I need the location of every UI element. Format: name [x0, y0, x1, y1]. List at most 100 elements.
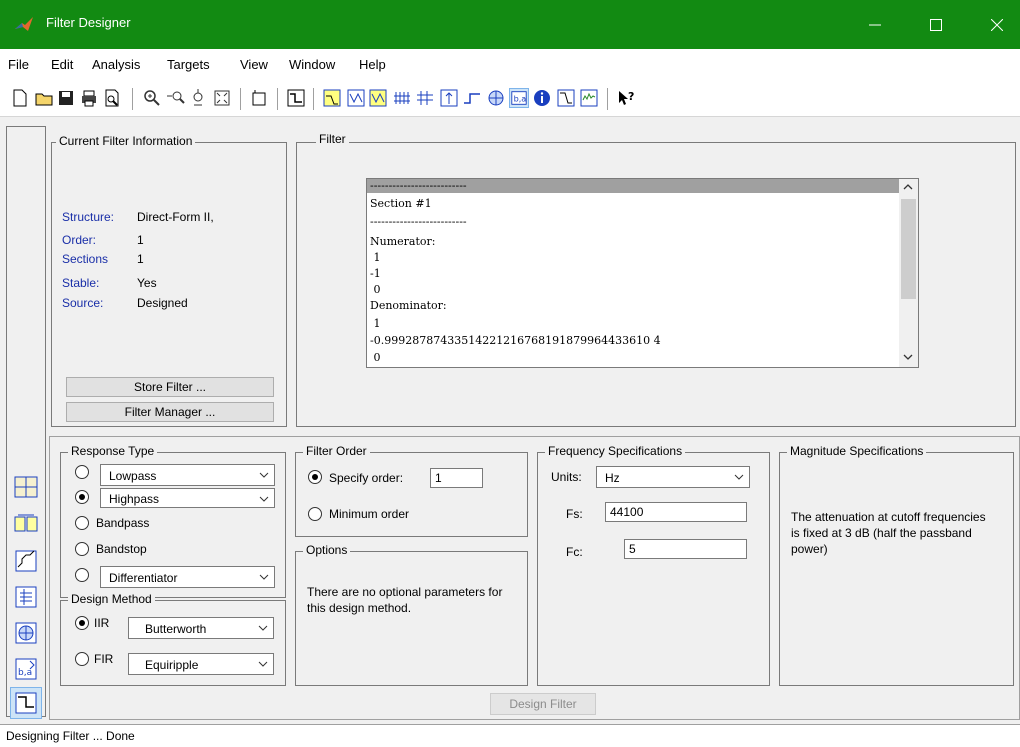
radio-fir[interactable]: [75, 652, 89, 666]
transform-filter-button[interactable]: [10, 471, 42, 503]
menu-file[interactable]: File: [8, 57, 29, 72]
units-label: Units:: [551, 470, 582, 484]
status-bar: Designing Filter ... Done: [0, 724, 1020, 747]
select-value: Equiripple: [145, 658, 199, 672]
radio-lowpass[interactable]: [75, 465, 89, 479]
fc-label: Fc:: [566, 545, 583, 559]
select-value: Lowpass: [109, 469, 157, 483]
differentiator-select[interactable]: Differentiator: [100, 566, 275, 588]
code-line: 0: [370, 351, 381, 364]
design-filter-button[interactable]: Design Filter: [490, 693, 596, 715]
order-input[interactable]: 1: [430, 468, 483, 488]
bandpass-label: Bandpass: [96, 516, 150, 530]
radio-bandpass[interactable]: [75, 516, 89, 530]
scrollbar-thumb[interactable]: [901, 199, 916, 299]
pole-zero-icon: [488, 90, 504, 106]
phase-delay-button[interactable]: [415, 88, 435, 108]
new-session-button[interactable]: [10, 88, 30, 108]
design-panel-strip: b,a: [6, 126, 46, 719]
zoom-y-icon: [193, 89, 203, 106]
print-preview-button[interactable]: [102, 88, 122, 108]
group-delay-button[interactable]: [392, 88, 412, 108]
svg-text:b,a: b,a: [18, 668, 32, 678]
highpass-select[interactable]: Highpass: [100, 488, 275, 508]
current-filter-info-title: Current Filter Information: [56, 134, 196, 148]
radio-bandstop[interactable]: [75, 542, 89, 556]
lowpass-select[interactable]: Lowpass: [100, 464, 275, 486]
zoom-in-button[interactable]: [142, 88, 162, 108]
pole-zero-editor-button[interactable]: [10, 617, 42, 649]
open-button[interactable]: [34, 88, 54, 108]
radio-iir[interactable]: [75, 616, 89, 630]
scroll-up-icon[interactable]: [903, 183, 913, 191]
zoom-y-button[interactable]: [188, 88, 208, 108]
design-method-title: Design Method: [68, 592, 155, 606]
filter-coefficients-button[interactable]: b,a: [509, 88, 529, 108]
full-view-button[interactable]: [212, 88, 232, 108]
code-line: 0: [370, 283, 381, 296]
filter-coefficients-text[interactable]: -------------------------- Section #1 --…: [366, 178, 919, 368]
svg-text:?: ?: [628, 90, 634, 103]
filter-manager-button[interactable]: Filter Manager ...: [66, 402, 274, 422]
new-window-button[interactable]: [249, 88, 269, 108]
menu-window[interactable]: Window: [289, 57, 335, 72]
title-bar: Filter Designer: [0, 0, 1020, 49]
magnitude-phase-button[interactable]: [368, 88, 388, 108]
radio-differentiator[interactable]: [75, 568, 89, 582]
whats-this-icon: ?: [619, 90, 634, 105]
group-delay-icon: [394, 92, 410, 104]
noise-power-button[interactable]: [579, 88, 599, 108]
select-value: Butterworth: [145, 622, 207, 636]
info-value: Designed: [137, 296, 188, 310]
quantize-icon: [15, 550, 37, 572]
response-type-title: Response Type: [68, 444, 158, 458]
quantize-button[interactable]: [10, 545, 42, 577]
menu-analysis[interactable]: Analysis: [92, 57, 140, 72]
filter-order-title: Filter Order: [303, 444, 370, 458]
minimize-button[interactable]: [852, 0, 898, 49]
radio-highpass[interactable]: [75, 490, 89, 504]
menu-targets[interactable]: Targets: [167, 57, 210, 72]
filter-specs-button[interactable]: [286, 88, 306, 108]
radio-specify-order[interactable]: [308, 470, 322, 484]
zoom-in-icon: [144, 90, 160, 106]
units-select[interactable]: Hz: [596, 466, 750, 488]
fc-input[interactable]: 5: [624, 539, 747, 559]
close-button[interactable]: [974, 0, 1020, 49]
save-icon: [59, 91, 73, 105]
fs-input[interactable]: 44100: [605, 502, 747, 522]
fir-method-select[interactable]: Equiripple: [128, 653, 274, 675]
menu-edit[interactable]: Edit: [51, 57, 73, 72]
chevron-down-icon: [258, 661, 268, 667]
code-line: 1: [370, 317, 381, 330]
vertical-scrollbar[interactable]: [899, 179, 918, 367]
magnitude-response-button[interactable]: [322, 88, 342, 108]
phase-response-button[interactable]: [346, 88, 366, 108]
info-row-order: Order: 1: [62, 233, 144, 247]
create-multirate-button[interactable]: [10, 509, 42, 541]
impulse-response-button[interactable]: [439, 88, 459, 108]
magnitude-estimate-button[interactable]: [556, 88, 576, 108]
import-filter-button[interactable]: b,a: [10, 653, 42, 685]
zoom-x-button[interactable]: [166, 88, 186, 108]
minimize-icon: [869, 24, 881, 25]
store-filter-button[interactable]: Store Filter ...: [66, 377, 274, 397]
print-button[interactable]: [79, 88, 99, 108]
pole-zero-button[interactable]: [486, 88, 506, 108]
filter-info-button[interactable]: [532, 88, 552, 108]
design-filter-panel-button[interactable]: [10, 687, 42, 719]
import-filter-icon: b,a: [15, 658, 37, 680]
info-value: Direct-Form II,: [137, 210, 214, 224]
whats-this-button[interactable]: ?: [616, 88, 636, 108]
chevron-down-icon: [258, 625, 268, 631]
menu-help[interactable]: Help: [359, 57, 386, 72]
info-value: 1: [137, 233, 144, 247]
iir-method-select[interactable]: Butterworth: [128, 617, 274, 639]
maximize-button[interactable]: [913, 0, 959, 49]
scroll-down-icon[interactable]: [903, 353, 913, 361]
save-button[interactable]: [56, 88, 76, 108]
realize-model-button[interactable]: [10, 581, 42, 613]
step-response-button[interactable]: [462, 88, 482, 108]
radio-minimum-order[interactable]: [308, 507, 322, 521]
menu-view[interactable]: View: [240, 57, 268, 72]
